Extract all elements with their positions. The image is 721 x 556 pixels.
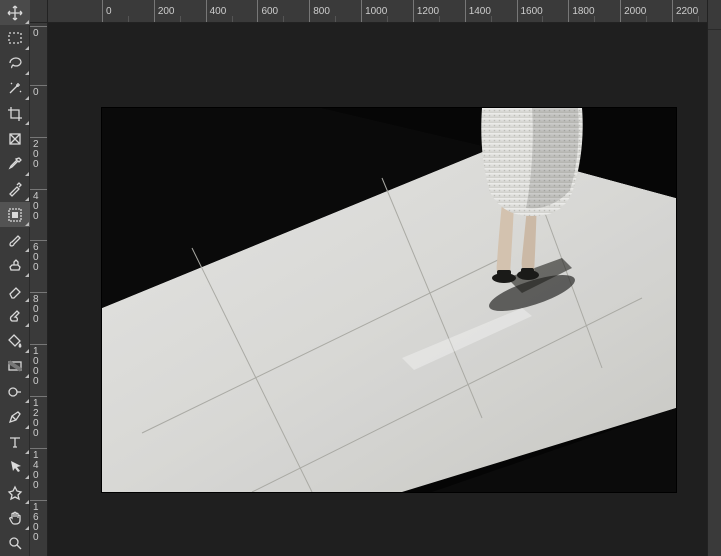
ruler-tick: 1 2 0 0 <box>30 396 48 397</box>
type-tool[interactable] <box>0 430 30 455</box>
ruler-label: 2 0 0 <box>33 140 41 170</box>
workspace: 0200400600800100012001400160018002000220… <box>30 0 721 556</box>
ruler-label: 0 <box>33 29 41 39</box>
path-selection-tool[interactable] <box>0 455 30 480</box>
ruler-tick: 1600 <box>517 0 518 23</box>
rectangular-marquee-tool[interactable] <box>0 25 30 50</box>
ruler-label: 1800 <box>572 6 594 17</box>
move-tool[interactable] <box>0 0 30 25</box>
magic-wand-tool[interactable] <box>0 76 30 101</box>
pen-tool[interactable] <box>0 404 30 429</box>
ruler-tick: 0 <box>102 0 103 23</box>
dock-slot[interactable] <box>708 0 721 30</box>
document-image <box>102 108 676 492</box>
document-canvas[interactable] <box>102 108 676 492</box>
healing-brush-tool[interactable] <box>0 177 30 202</box>
ruler-label: 8 0 0 <box>33 295 41 325</box>
ruler-tick: 8 0 0 <box>30 292 48 293</box>
ruler-tick: 2 0 0 <box>30 137 48 138</box>
ruler-tick: 6 0 0 <box>30 240 48 241</box>
smudge-tool[interactable] <box>0 303 30 328</box>
ruler-label: 2000 <box>624 6 646 17</box>
ruler-tick: 2000 <box>620 0 621 23</box>
ruler-tick: 1 4 0 0 <box>30 448 48 449</box>
lasso-tool[interactable] <box>0 51 30 76</box>
ruler-tick: 600 <box>257 0 258 23</box>
ruler-label: 2200 <box>676 6 698 17</box>
toolbox <box>0 0 30 556</box>
ruler-tick: 400 <box>206 0 207 23</box>
crop-tool[interactable] <box>0 101 30 126</box>
ruler-label: 1600 <box>521 6 543 17</box>
paint-bucket-tool[interactable] <box>0 328 30 353</box>
ruler-label: 6 0 0 <box>33 243 41 273</box>
ruler-label: 200 <box>158 6 175 17</box>
ruler-tick: 1 0 0 0 <box>30 344 48 345</box>
shape-tool[interactable] <box>0 480 30 505</box>
free-transform-tool[interactable] <box>0 126 30 151</box>
pattern-stamp-tool[interactable] <box>0 202 30 227</box>
brush-tool[interactable] <box>0 227 30 252</box>
ruler-label: 800 <box>313 6 330 17</box>
ruler-tick: 4 0 0 <box>30 189 48 190</box>
ruler-label: 1200 <box>417 6 439 17</box>
eyedropper-tool[interactable] <box>0 152 30 177</box>
ruler-tick: 800 <box>309 0 310 23</box>
ruler-tick: 200 <box>154 0 155 23</box>
ruler-tick: 1200 <box>413 0 414 23</box>
ruler-label: 0 <box>106 6 112 17</box>
ruler-tick: 1000 <box>361 0 362 23</box>
collapsed-panel-dock[interactable] <box>707 0 721 556</box>
ruler-tick: 1 6 0 0 <box>30 500 48 501</box>
horizontal-ruler[interactable]: 0200400600800100012001400160018002000220… <box>48 0 721 23</box>
ruler-label: 600 <box>261 6 278 17</box>
ruler-label: 1 6 0 0 <box>33 503 41 543</box>
ruler-label: 400 <box>210 6 227 17</box>
ruler-origin-corner[interactable] <box>30 0 48 23</box>
hand-tool[interactable] <box>0 505 30 530</box>
clone-stamp-tool[interactable] <box>0 253 30 278</box>
ruler-label: 1 2 0 0 <box>33 399 41 439</box>
gradient-tool[interactable] <box>0 354 30 379</box>
eraser-tool[interactable] <box>0 278 30 303</box>
app-root: 0200400600800100012001400160018002000220… <box>0 0 721 556</box>
ruler-tick: 0 <box>30 85 48 86</box>
ruler-label: 0 <box>33 88 41 98</box>
ruler-label: 1 0 0 0 <box>33 347 41 387</box>
vertical-ruler[interactable]: 0 0 2 0 0 4 0 0 6 0 0 8 0 0 1 0 0 0 1 2 0 0 1 4 … <box>30 23 48 556</box>
ruler-label: 1 4 0 0 <box>33 451 41 491</box>
dodge-tool[interactable] <box>0 379 30 404</box>
ruler-label: 1400 <box>469 6 491 17</box>
ruler-tick: 2200 <box>672 0 673 23</box>
canvas-viewport[interactable] <box>48 23 721 556</box>
ruler-label: 4 0 0 <box>33 192 41 222</box>
zoom-tool[interactable] <box>0 531 30 556</box>
ruler-tick: 1800 <box>568 0 569 23</box>
ruler-tick: 0 <box>30 26 48 27</box>
ruler-tick: 1400 <box>465 0 466 23</box>
ruler-label: 1000 <box>365 6 387 17</box>
